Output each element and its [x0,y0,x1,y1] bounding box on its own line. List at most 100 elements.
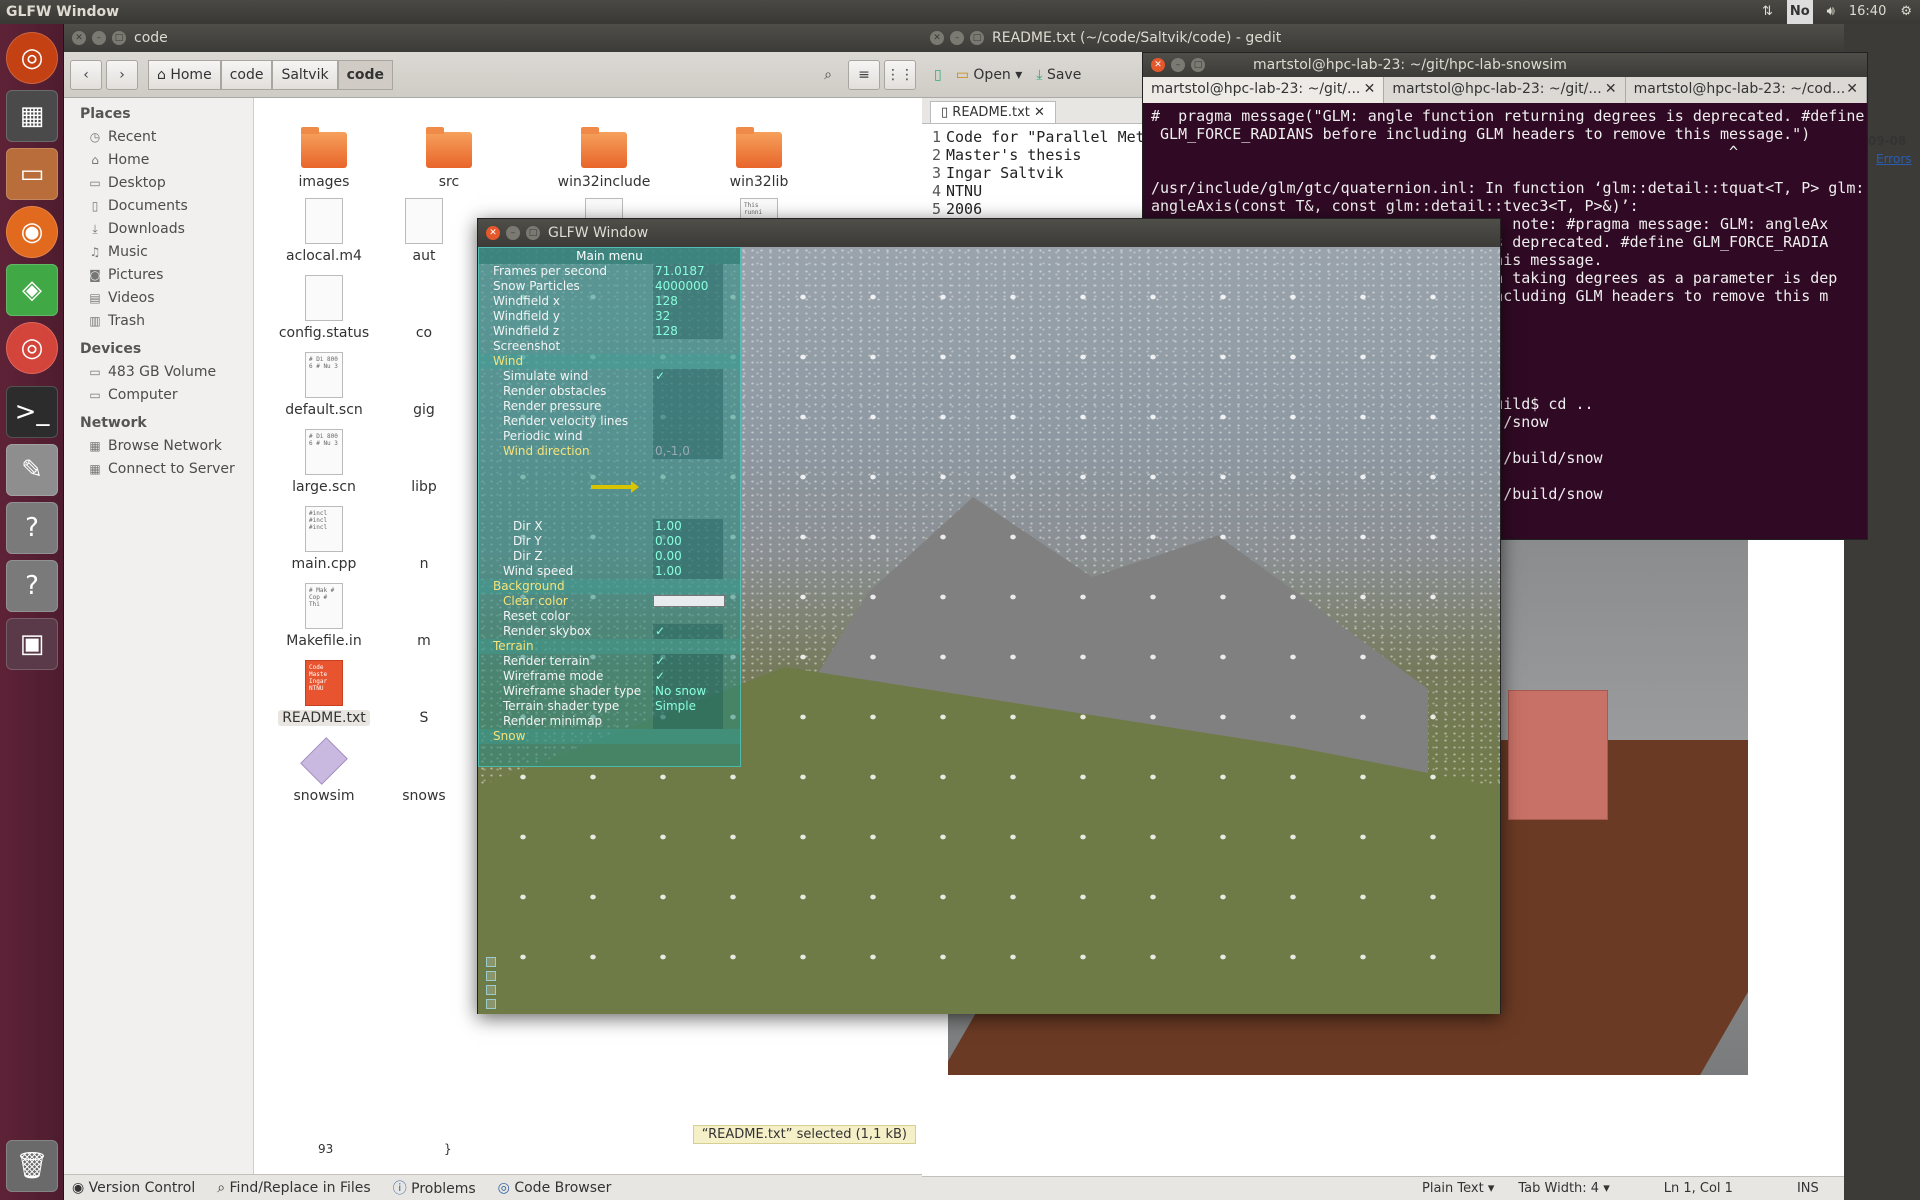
dir-y-field[interactable]: Dir Y 0.00 [479,534,740,549]
code-browser-tab[interactable]: ◎ Code Browser [498,1180,612,1196]
maximize-icon[interactable]: □ [970,31,984,45]
reset-color-button[interactable]: Reset color [479,609,740,624]
close-icon[interactable]: ✕ [72,31,86,45]
maximize-icon[interactable]: □ [1191,58,1205,72]
minimize-icon[interactable]: – [1171,58,1185,72]
file-item[interactable]: #incl #incl #incl main.cpp [254,506,394,572]
close-icon[interactable]: ✕ [1364,81,1376,99]
settings-gear-icon[interactable]: ⚙ [1900,0,1912,24]
help-icon[interactable]: ? [6,502,58,554]
close-icon[interactable]: ✕ [930,31,944,45]
calculator-icon[interactable]: ▦ [6,90,58,142]
find-replace-tab[interactable]: ⌕ Find/Replace in Files [217,1180,370,1196]
file-item[interactable]: images [254,127,394,190]
file-item[interactable]: gig [379,352,469,418]
file-item[interactable]: # Mak # Cop # Thi Makefile.in [254,583,394,649]
sidebar-item-trash[interactable]: ▥ Trash [64,310,253,333]
wind-direction-widget[interactable] [479,459,740,519]
sidebar-item-music[interactable]: ♫ Music [64,241,253,264]
file-item[interactable]: m [379,583,469,649]
breadcrumb-code-current[interactable]: code [337,59,394,90]
wireframe-shader-select[interactable]: Wireframe shader type No snow [479,684,740,699]
sidebar-item-pictures[interactable]: ◙ Pictures [64,264,253,287]
close-icon[interactable]: ✕ [486,226,500,240]
breadcrumb-saltvik[interactable]: Saltvik [272,59,338,90]
menu-group-wind[interactable]: Wind [479,354,740,369]
terrain-shader-select[interactable]: Terrain shader type Simple [479,699,740,714]
sidebar-item-volume[interactable]: ▭ 483 GB Volume [64,361,253,384]
menu-group-terrain[interactable]: Terrain [479,639,740,654]
breadcrumb-code[interactable]: code [220,59,273,90]
color-swatch[interactable] [653,595,725,607]
files-icon[interactable]: ▭ [6,148,58,200]
file-item[interactable]: # Di 800 6 # Nu 3 default.scn [254,352,394,418]
keyboard-layout-indicator[interactable]: No [1786,0,1813,24]
file-item[interactable]: S [379,660,469,726]
wind-speed-field[interactable]: Wind speed 1.00 [479,564,740,579]
sidebar-item-connect-server[interactable]: ▦ Connect to Server [64,458,253,481]
sidebar-item-desktop[interactable]: ▭ Desktop [64,172,253,195]
menu-row-windfield-z[interactable]: Windfield z 128 [479,324,740,339]
chrome-icon[interactable]: ◎ [6,322,58,374]
menu-group-background[interactable]: Background [479,579,740,594]
list-view-button[interactable]: ≡ [848,59,880,90]
dir-z-field[interactable]: Dir Z 0.00 [479,549,740,564]
render-velocity-lines-toggle[interactable]: Render velocity lines [479,414,740,429]
workspace-switcher-icon[interactable]: ▣ [6,618,58,670]
open-button[interactable]: ▭ Open ▾ [956,67,1023,83]
text-editor-icon[interactable]: ✎ [6,444,58,496]
firefox-icon[interactable]: ◉ [6,206,58,258]
menu-group-snow[interactable]: Snow [479,729,740,744]
simulate-wind-toggle[interactable]: Simulate wind ✓ [479,369,740,384]
breadcrumb-home[interactable]: ⌂ Home [148,59,221,90]
file-item[interactable]: src [379,127,519,190]
save-button[interactable]: ⤓ Save [1036,67,1081,83]
snow-simulation-viewport[interactable]: Main menu Frames per second 71.0187 Snow … [478,247,1500,1014]
trash-icon[interactable]: 🗑︎ [6,1140,58,1192]
terminal-tab[interactable]: martstol@hpc-lab-23: ~/git/... ✕ [1384,77,1626,103]
ubuntu-dash-icon[interactable]: ◎ [6,32,58,84]
minimized-bar-icon[interactable] [486,985,496,995]
version-control-tab[interactable]: ◉ Version Control [72,1180,195,1196]
file-item[interactable]: aclocal.m4 [254,198,394,264]
file-item[interactable]: aut [379,198,469,264]
periodic-wind-toggle[interactable]: Periodic wind [479,429,740,444]
minimized-bar-icon[interactable] [486,999,496,1009]
problems-tab[interactable]: ⓘ Problems [393,1178,476,1198]
terminal-icon[interactable]: >_ [6,386,58,438]
screenshot-button[interactable]: Screenshot [479,339,740,354]
sidebar-item-documents[interactable]: ▯ Documents [64,195,253,218]
wireframe-mode-toggle[interactable]: Wireframe mode ✓ [479,669,740,684]
render-skybox-toggle[interactable]: Render skybox ✓ [479,624,740,639]
dir-x-field[interactable]: Dir X 1.00 [479,519,740,534]
file-item[interactable]: co [379,275,469,341]
file-item[interactable]: n [379,506,469,572]
sidebar-item-videos[interactable]: ▤ Videos [64,287,253,310]
wind-direction-group[interactable]: Wind direction 0,-1,0 [479,444,740,459]
minimize-icon[interactable]: – [950,31,964,45]
tab-readme[interactable]: ▯ README.txt ✕ [930,101,1056,123]
grid-view-button[interactable]: ⋮⋮ [884,59,916,90]
maximize-icon[interactable]: □ [526,226,540,240]
render-pressure-toggle[interactable]: Render pressure [479,399,740,414]
back-button[interactable]: ‹ [70,59,102,90]
menu-row-windfield-x[interactable]: Windfield x 128 [479,294,740,309]
maximize-icon[interactable]: □ [112,31,126,45]
file-item[interactable]: win32include [534,127,674,190]
file-item[interactable]: snows [379,738,469,804]
close-icon[interactable]: ✕ [1605,81,1617,99]
close-icon[interactable]: ✕ [1846,81,1858,99]
volume-icon[interactable]: 🔊︎ [1827,0,1835,24]
language-selector[interactable]: Plain Text ▾ [1422,1181,1494,1196]
file-item[interactable]: config.status [254,275,394,341]
render-obstacles-toggle[interactable]: Render obstacles [479,384,740,399]
minimized-bar-icon[interactable] [486,957,496,967]
new-document-icon[interactable]: ▯ [934,67,942,83]
terminal-tab[interactable]: martstol@hpc-lab-23: ~/git/... ✕ [1143,77,1385,103]
file-item[interactable]: # Di 800 6 # Nu 3 large.scn [254,429,394,495]
minimized-bar-icon[interactable] [486,971,496,981]
file-item[interactable]: snowsim [254,737,394,804]
file-item[interactable]: libp [379,429,469,495]
qt-creator-icon[interactable]: ◈ [6,264,58,316]
sidebar-item-home[interactable]: ⌂ Home [64,149,253,172]
